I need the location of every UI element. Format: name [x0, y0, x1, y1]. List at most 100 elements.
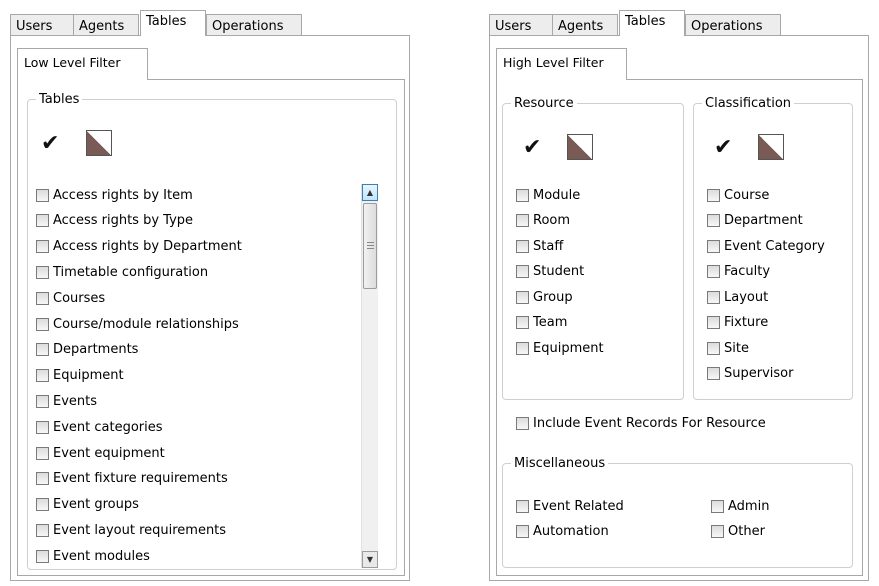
- checkbox-box[interactable]: [516, 499, 529, 513]
- table-item-checkbox[interactable]: Event categories: [36, 417, 163, 437]
- checkbox-box[interactable]: [36, 343, 49, 357]
- resource-item-checkbox[interactable]: Student: [516, 262, 584, 282]
- classification-item-checkbox[interactable]: Layout: [707, 287, 768, 307]
- tab-operations[interactable]: Operations: [685, 14, 781, 36]
- resource-group-title: Resource: [514, 96, 574, 111]
- checkbox-box[interactable]: [36, 420, 49, 434]
- classification-item-checkbox[interactable]: Event Category: [707, 236, 825, 256]
- table-item-checkbox[interactable]: Equipment: [36, 366, 124, 386]
- scroll-thumb[interactable]: [363, 203, 377, 289]
- checkbox-box[interactable]: [36, 265, 49, 279]
- resource-item-checkbox[interactable]: Equipment: [516, 338, 604, 358]
- checkmark-icon[interactable]: ✔: [523, 137, 541, 159]
- subtab-label: High Level Filter: [503, 55, 604, 70]
- resource-item-checkbox[interactable]: Module: [516, 185, 580, 205]
- checkbox-box[interactable]: [36, 549, 49, 563]
- checkbox-box[interactable]: [36, 317, 49, 331]
- checkbox-box[interactable]: [516, 239, 529, 253]
- subtab-low-level-filter[interactable]: Low Level Filter: [17, 48, 148, 80]
- table-item-checkbox[interactable]: Course/module relationships: [36, 314, 239, 334]
- table-item-checkbox[interactable]: Events: [36, 391, 97, 411]
- checkmark-icon[interactable]: ✔: [41, 133, 59, 155]
- subtab-high-level-filter[interactable]: High Level Filter: [496, 48, 627, 80]
- tab-users[interactable]: Users: [10, 14, 74, 36]
- chevron-up-icon: ▲: [366, 188, 374, 197]
- checkbox-label: Supervisor: [724, 366, 794, 381]
- checkbox-box[interactable]: [516, 524, 529, 538]
- clear-selection-icon[interactable]: [758, 134, 784, 160]
- resource-item-checkbox[interactable]: Group: [516, 287, 573, 307]
- tables-scrollbar[interactable]: ▲ ▼: [361, 184, 378, 568]
- checkbox-label: Course/module relationships: [53, 316, 239, 332]
- table-item-checkbox[interactable]: Courses: [36, 288, 105, 308]
- checkbox-box[interactable]: [707, 290, 720, 304]
- resource-item-checkbox[interactable]: Team: [516, 313, 567, 333]
- checkbox-box[interactable]: [36, 188, 49, 202]
- tab-label: Operations: [212, 19, 284, 34]
- classification-item-checkbox[interactable]: Course: [707, 185, 769, 205]
- checkbox-box[interactable]: [36, 394, 49, 408]
- tab-tables[interactable]: Tables: [140, 10, 206, 36]
- checkbox-box[interactable]: [707, 316, 720, 329]
- checkbox-box[interactable]: [36, 523, 49, 537]
- checkbox-box[interactable]: [707, 367, 720, 380]
- misc-checkbox-event-related[interactable]: Event Related: [516, 496, 624, 516]
- checkbox-box[interactable]: [707, 265, 720, 278]
- checkbox-box[interactable]: [36, 214, 49, 228]
- tab-tables[interactable]: Tables: [619, 10, 685, 36]
- checkbox-box[interactable]: [516, 316, 529, 329]
- checkbox-box[interactable]: [711, 499, 724, 513]
- checkmark-icon[interactable]: ✔: [714, 137, 732, 159]
- checkbox-box[interactable]: [516, 341, 529, 355]
- tables-group-title: Tables: [39, 92, 80, 107]
- checkbox-box[interactable]: [707, 214, 720, 227]
- table-item-checkbox[interactable]: Departments: [36, 340, 138, 360]
- checkbox-box[interactable]: [516, 214, 529, 227]
- tab-label: Agents: [558, 19, 604, 34]
- tab-users[interactable]: Users: [489, 14, 553, 36]
- misc-checkbox-automation[interactable]: Automation: [516, 521, 609, 541]
- checkbox-box[interactable]: [711, 524, 724, 538]
- misc-checkbox-other[interactable]: Other: [711, 521, 765, 541]
- table-item-checkbox[interactable]: Event fixture requirements: [36, 469, 228, 489]
- checkbox-box[interactable]: [516, 290, 529, 304]
- checkbox-box[interactable]: [516, 265, 529, 278]
- checkbox-box[interactable]: [707, 239, 720, 253]
- table-item-checkbox[interactable]: Event equipment: [36, 443, 165, 463]
- checkbox-box[interactable]: [36, 369, 49, 383]
- checkbox-box[interactable]: [36, 240, 49, 254]
- table-item-checkbox[interactable]: Access rights by Department: [36, 237, 242, 257]
- checkbox-box[interactable]: [36, 291, 49, 305]
- table-item-checkbox[interactable]: Access rights by Item: [36, 185, 193, 205]
- classification-item-checkbox[interactable]: Site: [707, 338, 749, 358]
- scroll-down-button[interactable]: ▼: [362, 551, 378, 568]
- checkbox-box[interactable]: [516, 188, 529, 202]
- checkbox-label: Student: [533, 264, 585, 279]
- misc-checkbox-admin[interactable]: Admin: [711, 496, 769, 516]
- table-item-checkbox[interactable]: Event modules: [36, 546, 150, 566]
- tab-agents[interactable]: Agents: [73, 14, 139, 36]
- checkbox-label: Event Related: [533, 498, 624, 514]
- classification-item-checkbox[interactable]: Department: [707, 211, 803, 231]
- table-item-checkbox[interactable]: Access rights by Type: [36, 211, 193, 231]
- scroll-up-button[interactable]: ▲: [362, 184, 378, 201]
- clear-selection-icon[interactable]: [86, 130, 112, 156]
- checkbox-box[interactable]: [36, 498, 49, 512]
- checkbox-box[interactable]: [516, 416, 529, 430]
- clear-selection-icon[interactable]: [567, 134, 593, 160]
- table-item-checkbox[interactable]: Event layout requirements: [36, 520, 226, 540]
- classification-item-checkbox[interactable]: Faculty: [707, 262, 770, 282]
- classification-item-checkbox[interactable]: Supervisor: [707, 364, 793, 384]
- checkbox-box[interactable]: [36, 472, 49, 486]
- resource-item-checkbox[interactable]: Room: [516, 211, 570, 231]
- tab-agents[interactable]: Agents: [552, 14, 618, 36]
- checkbox-box[interactable]: [707, 188, 720, 202]
- table-item-checkbox[interactable]: Event groups: [36, 495, 139, 515]
- table-item-checkbox[interactable]: Timetable configuration: [36, 262, 208, 282]
- include-event-records-checkbox[interactable]: Include Event Records For Resource: [516, 413, 766, 433]
- checkbox-box[interactable]: [707, 341, 720, 355]
- classification-item-checkbox[interactable]: Fixture: [707, 313, 768, 333]
- resource-item-checkbox[interactable]: Staff: [516, 236, 563, 256]
- checkbox-box[interactable]: [36, 446, 49, 460]
- tab-operations[interactable]: Operations: [206, 14, 302, 36]
